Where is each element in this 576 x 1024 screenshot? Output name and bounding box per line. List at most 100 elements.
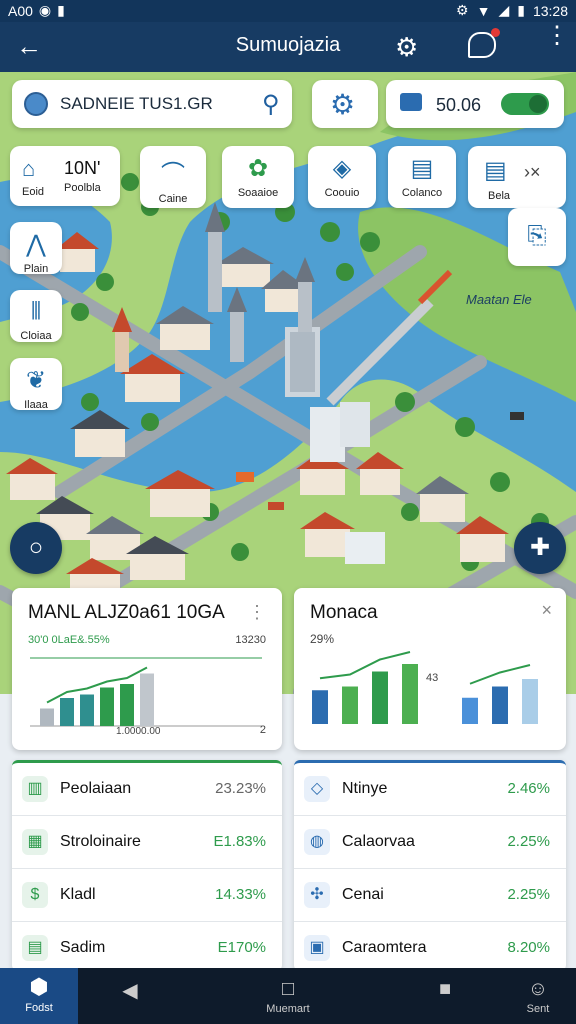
wallet-card[interactable]: 50.06 — [386, 80, 564, 128]
list-item-name: Sadim — [60, 939, 106, 956]
side-tile-sub: Poolbla — [64, 182, 101, 194]
signal-icon: ◢ — [498, 2, 510, 18]
puzzle-button[interactable]: ✚ — [514, 522, 566, 574]
list-item[interactable]: ✣ Cenai 2.25% — [294, 869, 566, 922]
list-item[interactable]: $ Kladl 14.33% — [12, 869, 282, 922]
chart-bar — [40, 708, 54, 726]
status-time: 13:28 — [532, 2, 568, 19]
panel-left-label: 30'0 0LaE&.55% — [28, 634, 110, 646]
recent-icon: ■ — [438, 978, 452, 1000]
network-icon: ✣ — [304, 882, 330, 908]
globe-icon — [24, 92, 48, 116]
side-tile-label: Eoid — [22, 186, 45, 198]
stats-panel-right: Monaca × 29% 43 — [294, 588, 566, 750]
gear-leaf-icon: ✿ — [247, 155, 269, 182]
list-item-value: 2.46% — [507, 780, 550, 797]
chart-bar — [100, 687, 114, 726]
chat-icon[interactable] — [468, 28, 500, 58]
side-tile-label: Plain — [23, 263, 49, 275]
top-tile-4[interactable]: ▤ Bela ›× — [468, 146, 566, 208]
chart-bar — [120, 684, 134, 726]
settings-gear-icon[interactable]: ⚙ — [395, 32, 418, 63]
panel-title: MANL ALJZ0a61 10GA — [28, 602, 225, 623]
list-item[interactable]: ▣ Caraomtera 8.20% — [294, 922, 566, 971]
list-item[interactable]: ◇ Ntinye 2.46% — [294, 763, 566, 816]
leaf-icon: ❦ — [25, 367, 47, 394]
top-tile-0[interactable]: ⌒ Caine — [140, 146, 206, 208]
side-tile-1[interactable]: ⋀ Plain — [10, 222, 62, 275]
bottom-nav: ⬢ Fodst ◀ □ Muemart ■ ☺ Sent — [0, 968, 576, 1024]
nav-recent[interactable]: ■ — [425, 968, 465, 1024]
clipboard-icon: ▤ — [484, 157, 507, 184]
panel-title: Monaca — [310, 602, 378, 623]
list-item-name: Ntinye — [342, 780, 388, 797]
stats-list-left: ▥ Peolaiaan 23.23% ▦ Stroloinaire E1.83% $ Klad… — [12, 760, 282, 971]
nav-profile-label: Sent — [526, 1003, 550, 1015]
close-icon[interactable]: × — [541, 600, 552, 621]
search-bar[interactable]: SADNEIE TUS1.GR ⚲ — [12, 80, 292, 128]
clipboard-tile[interactable]: ⎘ — [508, 208, 566, 266]
list-item-name: Cenai — [342, 886, 384, 903]
wallet-toggle[interactable] — [501, 93, 549, 115]
wallet-value: 50.06 — [436, 95, 482, 115]
list-item-name: Caraomtera — [342, 939, 427, 956]
back-triangle-icon: ◀ — [122, 980, 138, 1002]
nav-home-label: Fodst — [25, 1002, 53, 1014]
list-item[interactable]: ◍ Calaorvaa 2.25% — [294, 816, 566, 869]
side-tile-2[interactable]: ⫴ Cloiaa — [10, 290, 62, 342]
nav-home[interactable]: ⬢ Fodst — [0, 968, 78, 1024]
chart-bar — [80, 694, 94, 726]
side-tile-label: Ilaaa — [24, 399, 48, 411]
bar-chart-right — [312, 651, 538, 724]
profile-icon: ☺ — [527, 978, 549, 1000]
list-item[interactable]: ▥ Peolaiaan 23.23% — [12, 763, 282, 816]
tools-icon: ⫴ — [30, 298, 42, 325]
clipboard-icon: ⎘ — [527, 222, 547, 249]
search-icon[interactable]: ⚲ — [262, 90, 280, 119]
chart-icon: ▥ — [22, 776, 48, 802]
list-item-value: 2.25% — [507, 886, 550, 903]
nav-back[interactable]: ◀ — [110, 968, 150, 1024]
top-tile-label: Soaaioe — [237, 187, 279, 199]
settings-button[interactable]: ⚙ — [312, 80, 378, 128]
list-item-name: Calaorvaa — [342, 833, 415, 850]
top-tile-1[interactable]: ✿ Soaaioe — [222, 146, 294, 208]
trend-line — [469, 664, 531, 685]
location-icon: ⚙ — [456, 2, 469, 18]
search-map-button[interactable]: ○ — [10, 522, 62, 574]
square-icon: □ — [281, 978, 295, 1000]
arch-icon: ⌒ — [161, 161, 185, 188]
home-icon: ⬢ — [29, 974, 49, 999]
top-tile-2[interactable]: ◈ Coouio — [308, 146, 376, 208]
side-tile-3[interactable]: ❦ Ilaaa — [10, 358, 62, 411]
chart-bar — [312, 690, 328, 724]
list-item-value: E170% — [217, 939, 266, 956]
list-item[interactable]: ▦ Stroloinaire E1.83% — [12, 816, 282, 869]
chart-bar — [462, 697, 478, 724]
side-tile-0[interactable]: ⌂ 10N' Poolbla Eoid — [10, 146, 120, 206]
panel-corner-label: 2 — [259, 724, 266, 736]
chart-bar — [140, 673, 154, 726]
notification-dot — [491, 28, 500, 37]
nav-profile[interactable]: ☺ Sent — [510, 968, 566, 1024]
close-icon[interactable]: ›× — [524, 162, 541, 183]
panel-bottom-label: 1.0000.00 — [116, 726, 161, 737]
chart-bar — [492, 686, 508, 724]
house-icon: ⌂ — [22, 156, 36, 181]
side-tile-value: 10N' — [64, 158, 101, 178]
trend-line — [319, 651, 411, 680]
nav-center[interactable]: □ Muemart — [248, 968, 328, 1024]
top-tile-3[interactable]: ▤ Colanco — [388, 146, 456, 208]
gear-icon: ⚙ — [330, 89, 356, 120]
chart-bar — [342, 686, 358, 724]
chart-bar — [402, 664, 418, 724]
list-item[interactable]: ▤ Sadim E170% — [12, 922, 282, 971]
more-menu-icon[interactable]: ⋮ — [248, 602, 266, 623]
more-menu-icon[interactable]: ⋮ — [545, 24, 569, 48]
list-item-value: 2.25% — [507, 833, 550, 850]
wifi-icon: ▼ — [476, 2, 491, 19]
top-tile-label: Caine — [158, 193, 188, 205]
sim-icon: ▮ — [57, 2, 65, 18]
grid-icon: ▣ — [304, 935, 330, 961]
search-text: SADNEIE TUS1.GR — [60, 94, 213, 113]
